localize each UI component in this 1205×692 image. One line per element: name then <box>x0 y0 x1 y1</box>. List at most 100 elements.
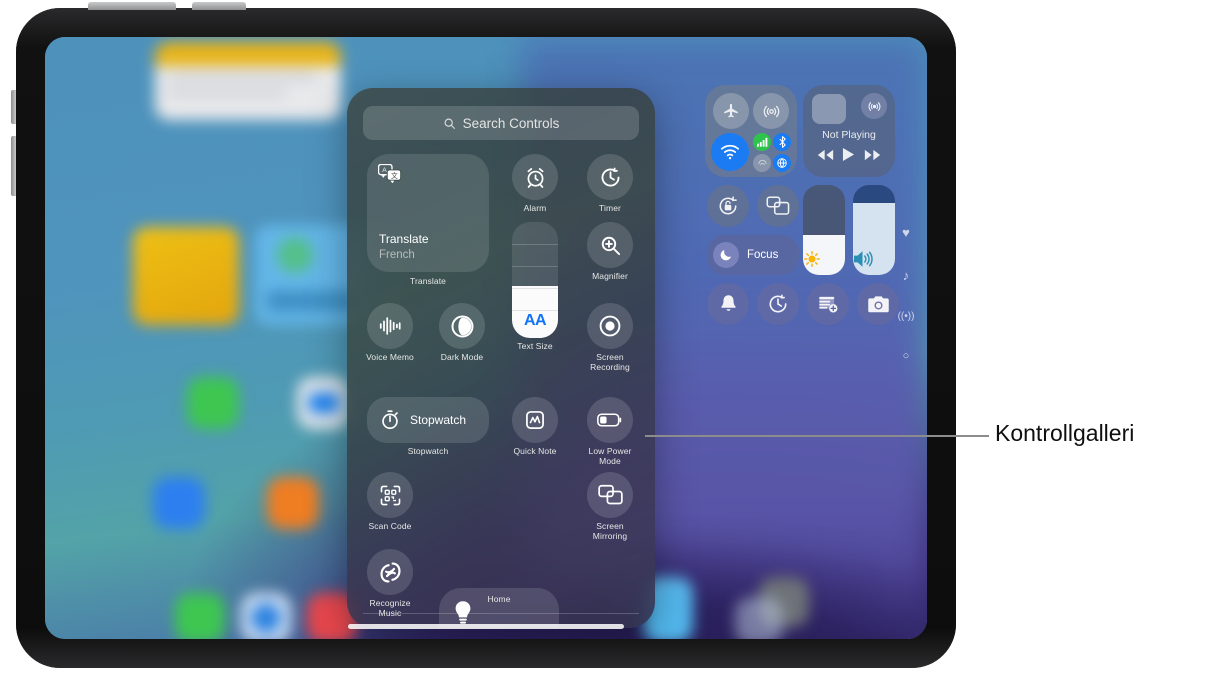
bluetooth-button[interactable] <box>773 133 791 151</box>
gallery-control-recognize-music[interactable] <box>367 549 413 595</box>
dock-icon-messages <box>175 593 225 639</box>
focus-toggle-knob[interactable] <box>713 242 739 268</box>
power-button[interactable] <box>192 2 246 10</box>
control-center-page-indicators: ♥ ♪ ((•)) ○ <box>895 225 917 390</box>
gallery-caption-voice-memo: Voice Memo <box>366 352 414 362</box>
airdrop-icon <box>762 102 781 121</box>
qr-scan-icon <box>379 484 402 507</box>
ipad-screen: Add a Control Search Controls <box>45 37 927 639</box>
gallery-caption-translate: Translate <box>409 276 447 286</box>
heart-icon[interactable]: ♥ <box>895 225 917 240</box>
focus-button[interactable]: Focus <box>707 235 799 275</box>
battery-low-icon <box>597 412 623 428</box>
home-widget-calendar-header <box>155 42 341 66</box>
now-playing-module[interactable]: Not Playing <box>803 85 895 177</box>
home-widget-calendar-line1 <box>167 73 317 81</box>
gallery-tile-translate[interactable]: A 文 Translate French <box>367 154 489 272</box>
svg-text:A: A <box>382 167 387 174</box>
rotation-lock-button[interactable] <box>707 185 749 227</box>
gallery-caption-recognize-music: Recognize Music <box>369 598 411 618</box>
gallery-caption-screen-recording: Screen Recording <box>590 352 630 372</box>
connectivity-icon[interactable]: ((•)) <box>895 311 917 322</box>
search-controls-input[interactable]: Search Controls <box>363 106 639 140</box>
gallery-caption-stopwatch: Stopwatch <box>407 446 449 456</box>
gallery-caption-low-power-mode: Low Power Mode <box>588 446 632 466</box>
play-icon[interactable] <box>842 147 855 162</box>
vpn-globe-icon <box>776 157 788 169</box>
side-button-top[interactable] <box>11 90 16 124</box>
gallery-control-timer[interactable] <box>587 154 633 200</box>
gallery-control-low-power-mode[interactable] <box>587 397 633 443</box>
gallery-control-screen-mirroring[interactable] <box>587 472 633 518</box>
stopwatch-label: Stopwatch <box>410 413 467 427</box>
brightness-slider[interactable] <box>803 185 845 275</box>
airplane-icon <box>722 102 740 120</box>
fast-forward-icon[interactable] <box>864 149 881 161</box>
timer-button[interactable] <box>757 283 799 325</box>
airplane-mode-button[interactable] <box>713 93 749 129</box>
screenshot-canvas: Add a Control Search Controls <box>0 0 1205 692</box>
focus-label: Focus <box>747 249 779 261</box>
text-size-tick-1 <box>512 244 558 245</box>
airdrop-button[interactable] <box>753 93 789 129</box>
bell-icon <box>719 294 738 314</box>
gallery-control-quick-note[interactable] <box>512 397 558 443</box>
screen-mirroring-button[interactable] <box>757 185 799 227</box>
home-indicator[interactable] <box>348 624 624 629</box>
home-icon-music <box>267 477 319 529</box>
gallery-caption-screen-mirroring: Screen Mirroring <box>592 521 628 541</box>
text-size-value-label: AA <box>523 312 547 329</box>
music-note-icon[interactable]: ♪ <box>895 268 917 283</box>
control-gallery-grid: A 文 Translate French Translate Alarm Tim… <box>361 154 641 628</box>
hotspot-icon <box>757 158 768 169</box>
screen-recording-icon <box>598 314 622 338</box>
rotation-lock-icon <box>717 195 739 217</box>
home-icon-appstore <box>153 477 205 529</box>
circle-icon[interactable]: ○ <box>895 350 917 362</box>
translate-title: Translate <box>379 232 429 246</box>
camera-button[interactable] <box>857 283 899 325</box>
gallery-caption-scan-code: Scan Code <box>368 521 412 531</box>
gallery-caption-alarm: Alarm <box>523 203 547 213</box>
gallery-control-screen-recording[interactable] <box>587 303 633 349</box>
annotation-label: Kontrollgalleri <box>995 420 1135 446</box>
gallery-caption-quick-note: Quick Note <box>513 446 557 456</box>
gallery-tile-stopwatch[interactable]: Stopwatch <box>367 397 489 443</box>
translate-icon: A 文 <box>378 164 402 183</box>
ipad-device: Add a Control Search Controls <box>11 2 956 668</box>
svg-text:文: 文 <box>391 171 398 180</box>
personal-hotspot-button[interactable] <box>753 154 771 172</box>
now-playing-status: Not Playing <box>822 129 876 141</box>
control-gallery-panel[interactable]: Search Controls A 文 Translate French Tra… <box>347 88 655 628</box>
timer-icon <box>767 293 789 315</box>
album-artwork-placeholder <box>812 94 846 124</box>
screen-mirroring-icon <box>597 484 623 506</box>
gallery-control-text-size[interactable]: AA <box>512 222 558 338</box>
screen-mirroring-icon <box>766 196 790 216</box>
vpn-button[interactable] <box>773 154 791 172</box>
quick-note-icon <box>817 294 839 314</box>
rewind-icon[interactable] <box>817 149 834 161</box>
airplay-icon <box>867 99 882 114</box>
gallery-control-dark-mode[interactable] <box>439 303 485 349</box>
silent-mode-button[interactable] <box>707 283 749 325</box>
home-icon-messages <box>187 377 239 429</box>
side-button-bottom[interactable] <box>11 136 16 196</box>
waveform-icon <box>378 315 402 337</box>
volume-slider[interactable] <box>853 185 895 275</box>
gallery-scroll-indicator[interactable] <box>363 613 639 614</box>
dock-icon-safari-inner <box>251 603 281 633</box>
gallery-control-magnifier[interactable] <box>587 222 633 268</box>
airplay-button[interactable] <box>861 93 887 119</box>
dock-icon-misc <box>735 597 783 639</box>
gallery-control-voice-memo[interactable] <box>367 303 413 349</box>
cellular-data-button[interactable] <box>753 133 771 151</box>
gallery-control-scan-code[interactable] <box>367 472 413 518</box>
gallery-control-alarm[interactable] <box>512 154 558 200</box>
search-icon <box>443 117 456 130</box>
gallery-caption-magnifier: Magnifier <box>592 271 628 281</box>
wifi-button[interactable] <box>711 133 749 171</box>
volume-buttons[interactable] <box>88 2 176 10</box>
connectivity-module[interactable] <box>705 85 797 177</box>
quick-note-button[interactable] <box>807 283 849 325</box>
